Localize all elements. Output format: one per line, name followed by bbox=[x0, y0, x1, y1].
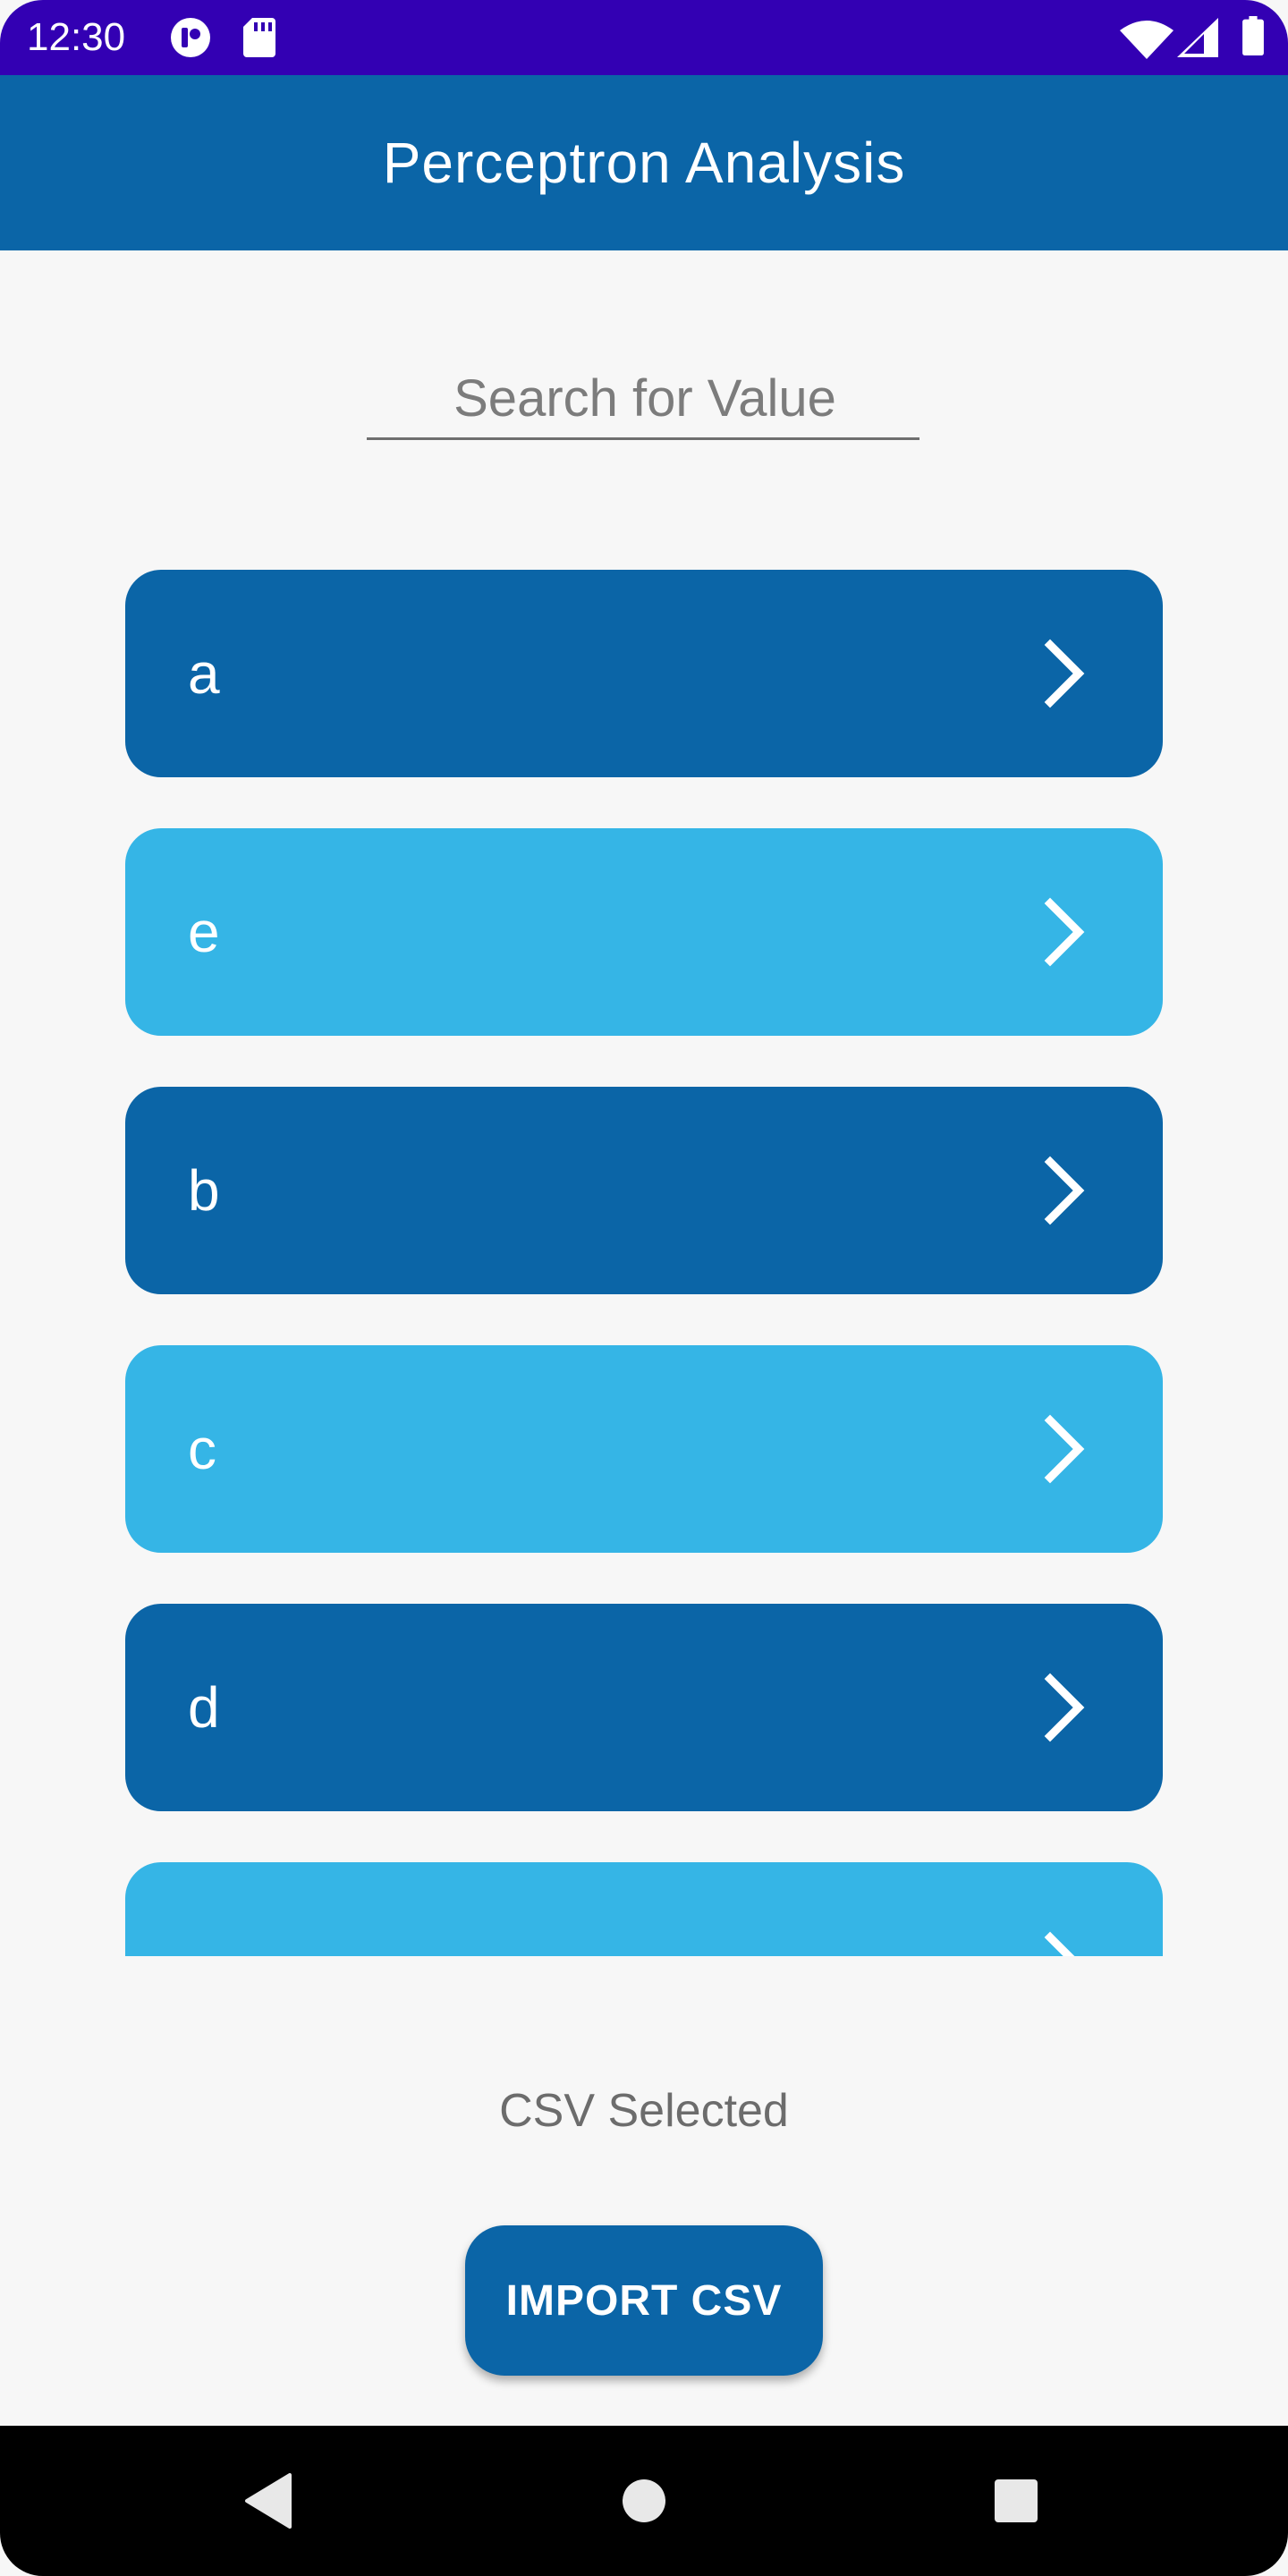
list-item[interactable]: a bbox=[125, 570, 1163, 777]
home-icon bbox=[623, 2479, 665, 2522]
app-bar: Perceptron Analysis bbox=[0, 75, 1288, 250]
back-icon bbox=[245, 2473, 292, 2529]
list-item-label: c bbox=[188, 1417, 216, 1481]
battery-icon bbox=[1242, 16, 1264, 55]
chevron-right-icon bbox=[1044, 639, 1085, 708]
app-title: Perceptron Analysis bbox=[382, 131, 906, 195]
import-csv-button[interactable]: IMPORT CSV bbox=[465, 2225, 823, 2376]
list-item[interactable]: d bbox=[125, 1604, 1163, 1811]
list-item[interactable]: b bbox=[125, 1087, 1163, 1294]
chevron-right-icon bbox=[1044, 897, 1085, 967]
status-time: 12:30 bbox=[27, 15, 126, 59]
list-item-label: d bbox=[188, 1675, 220, 1740]
chevron-right-icon bbox=[1044, 1673, 1085, 1742]
list-item-label: a bbox=[188, 641, 220, 706]
chevron-right-icon bbox=[1044, 1931, 1075, 1956]
list-item-label: b bbox=[188, 1158, 220, 1223]
recents-icon bbox=[995, 2479, 1038, 2522]
signal-icon bbox=[1177, 18, 1218, 57]
csv-status-text: CSV Selected bbox=[499, 2085, 789, 2137]
nav-back-button[interactable] bbox=[179, 2426, 358, 2576]
status-bar: 12:30 bbox=[0, 0, 1288, 75]
list-item[interactable]: e bbox=[125, 828, 1163, 1036]
chevron-right-icon bbox=[1044, 1414, 1085, 1484]
list-item[interactable] bbox=[125, 1862, 1163, 1956]
chevron-right-icon bbox=[1044, 1156, 1085, 1225]
list-item-label: e bbox=[188, 900, 220, 964]
system-nav-bar bbox=[0, 2426, 1288, 2576]
sd-card-icon bbox=[243, 18, 275, 57]
search-input[interactable] bbox=[367, 358, 923, 438]
app-logo-icon bbox=[171, 18, 210, 57]
nav-recents-button[interactable] bbox=[927, 2426, 1106, 2576]
list-item[interactable]: c bbox=[125, 1345, 1163, 1553]
value-list[interactable]: a e b c d bbox=[125, 570, 1163, 1956]
search-field[interactable] bbox=[367, 358, 923, 440]
nav-home-button[interactable] bbox=[555, 2426, 733, 2576]
wifi-icon bbox=[1120, 21, 1174, 59]
